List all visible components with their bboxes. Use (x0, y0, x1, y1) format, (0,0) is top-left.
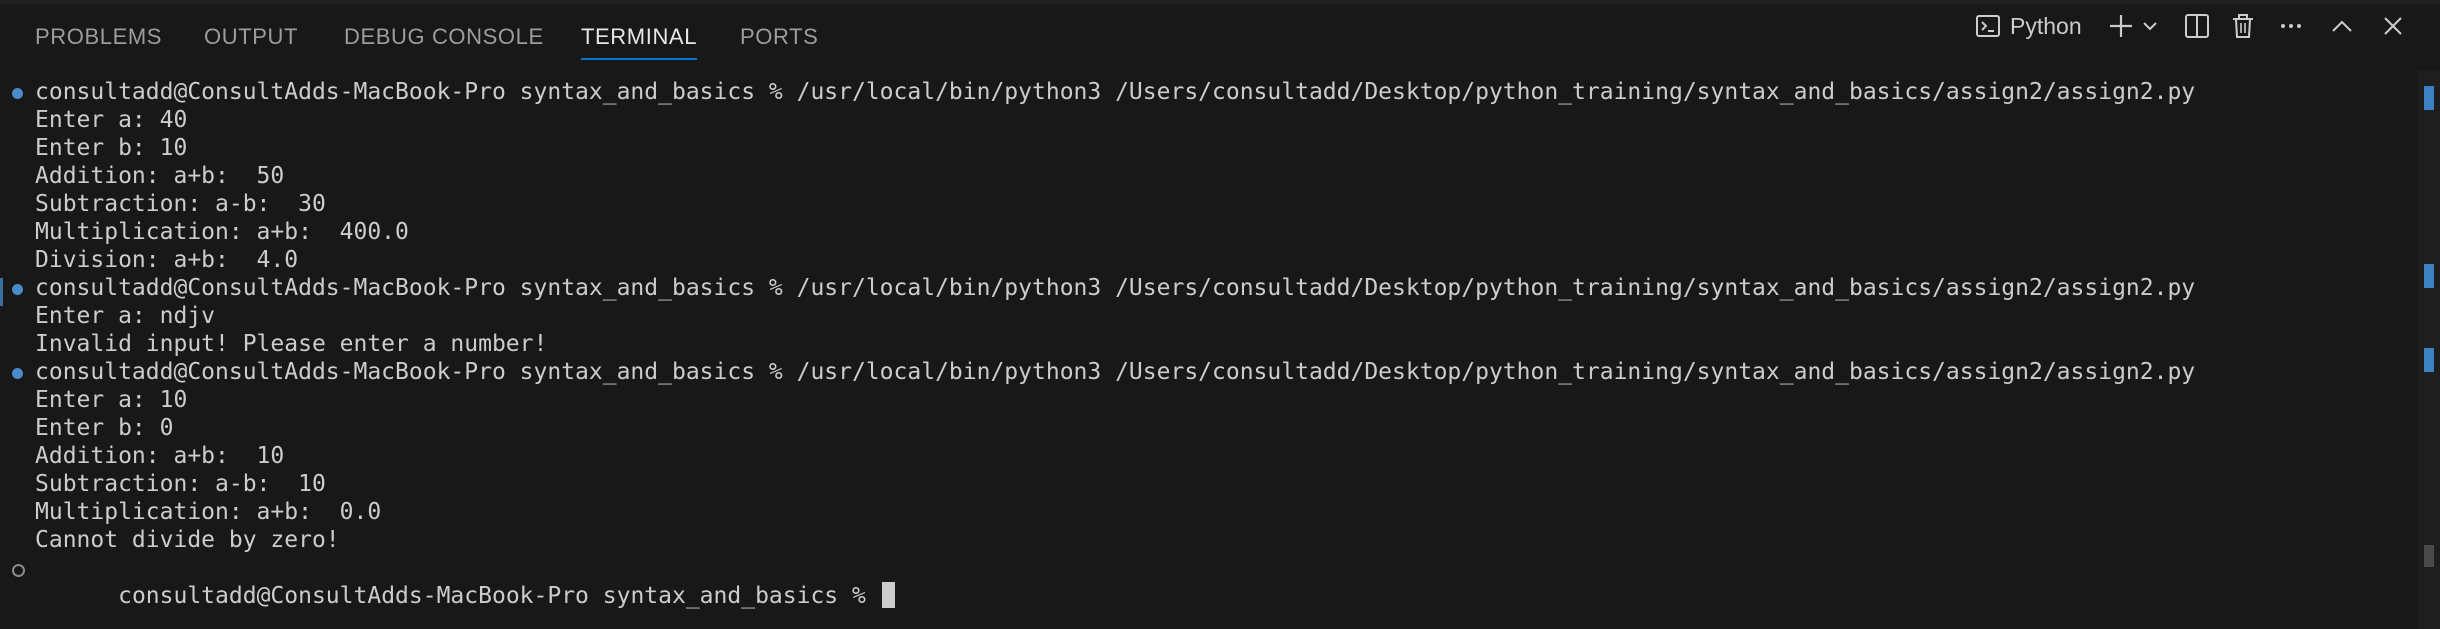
command-success-icon[interactable] (12, 88, 23, 99)
maximize-icon (2328, 12, 2356, 40)
new-terminal-button[interactable] (2104, 4, 2138, 48)
command-success-icon[interactable] (12, 284, 23, 295)
terminal-line: Enter b: 0 (35, 415, 174, 441)
terminal-line: Division: a+b: 4.0 (35, 247, 299, 273)
terminal-line: Enter b: 10 (35, 135, 188, 161)
tab-problems[interactable]: PROBLEMS (35, 24, 162, 50)
active-tab-indicator (581, 58, 698, 60)
terminal-scrollbar[interactable] (2418, 70, 2440, 629)
trash-icon (2229, 12, 2257, 40)
split-terminal-button[interactable] (2180, 4, 2214, 48)
terminal-line: Enter a: ndjv (35, 303, 216, 329)
terminal-profile-button[interactable]: Python (1974, 4, 2082, 48)
tab-output[interactable]: OUTPUT (204, 24, 298, 50)
terminal-line: Enter a: 40 (35, 107, 188, 133)
split-icon (2183, 12, 2211, 40)
terminal-line: consultadd@ConsultAdds-MacBook-Pro synta… (35, 79, 2196, 105)
more-actions-button[interactable] (2274, 4, 2308, 48)
terminal-line: Multiplication: a+b: 0.0 (35, 499, 382, 525)
terminal-line: Subtraction: a-b: 10 (35, 471, 326, 497)
scrollbar-command-marker (2424, 348, 2434, 372)
terminal-line: Enter a: 10 (35, 387, 188, 413)
scrollbar-command-marker (2424, 86, 2434, 110)
terminal-line: consultadd@ConsultAdds-MacBook-Pro synta… (35, 275, 2196, 301)
tab-terminal[interactable]: TERMINAL (581, 24, 698, 60)
command-success-icon[interactable] (12, 368, 23, 379)
terminal-icon (1974, 12, 2002, 40)
terminal-line: Cannot divide by zero! (35, 527, 340, 553)
terminal-prompt: consultadd@ConsultAdds-MacBook-Pro synta… (118, 583, 880, 609)
close-icon (2379, 12, 2407, 40)
terminal-line: Multiplication: a+b: 400.0 (35, 219, 409, 245)
command-pending-icon[interactable] (12, 564, 25, 577)
command-marker (0, 278, 3, 306)
terminal-line: Invalid input! Please enter a number! (35, 331, 548, 357)
tab-ports[interactable]: PORTS (740, 24, 818, 50)
tab-terminal-label: TERMINAL (581, 24, 698, 49)
panel-tab-bar: PROBLEMS OUTPUT DEBUG CONSOLE TERMINAL P… (0, 4, 2440, 68)
maximize-panel-button[interactable] (2325, 4, 2359, 48)
plus-icon (2107, 12, 2135, 40)
terminal-output[interactable]: consultadd@ConsultAdds-MacBook-Pro synta… (0, 78, 2410, 629)
chevron-down-icon (2141, 17, 2159, 35)
terminal-panel: PROBLEMS OUTPUT DEBUG CONSOLE TERMINAL P… (0, 0, 2440, 629)
terminal-line: Addition: a+b: 50 (35, 163, 285, 189)
terminal-prompt-line[interactable]: consultadd@ConsultAdds-MacBook-Pro synta… (35, 554, 895, 609)
kill-terminal-button[interactable] (2226, 4, 2260, 48)
more-icon (2277, 12, 2305, 40)
terminal-profile-label: Python (2010, 12, 2082, 39)
scrollbar-command-marker (2424, 264, 2434, 288)
terminal-line: Addition: a+b: 10 (35, 443, 285, 469)
launch-profile-dropdown[interactable] (2140, 4, 2160, 48)
terminal-line: consultadd@ConsultAdds-MacBook-Pro synta… (35, 359, 2196, 385)
terminal-cursor (881, 582, 895, 608)
tab-debug-console[interactable]: DEBUG CONSOLE (344, 24, 544, 50)
close-panel-button[interactable] (2376, 4, 2410, 48)
terminal-line: Subtraction: a-b: 30 (35, 191, 326, 217)
scrollbar-thumb[interactable] (2424, 545, 2434, 567)
